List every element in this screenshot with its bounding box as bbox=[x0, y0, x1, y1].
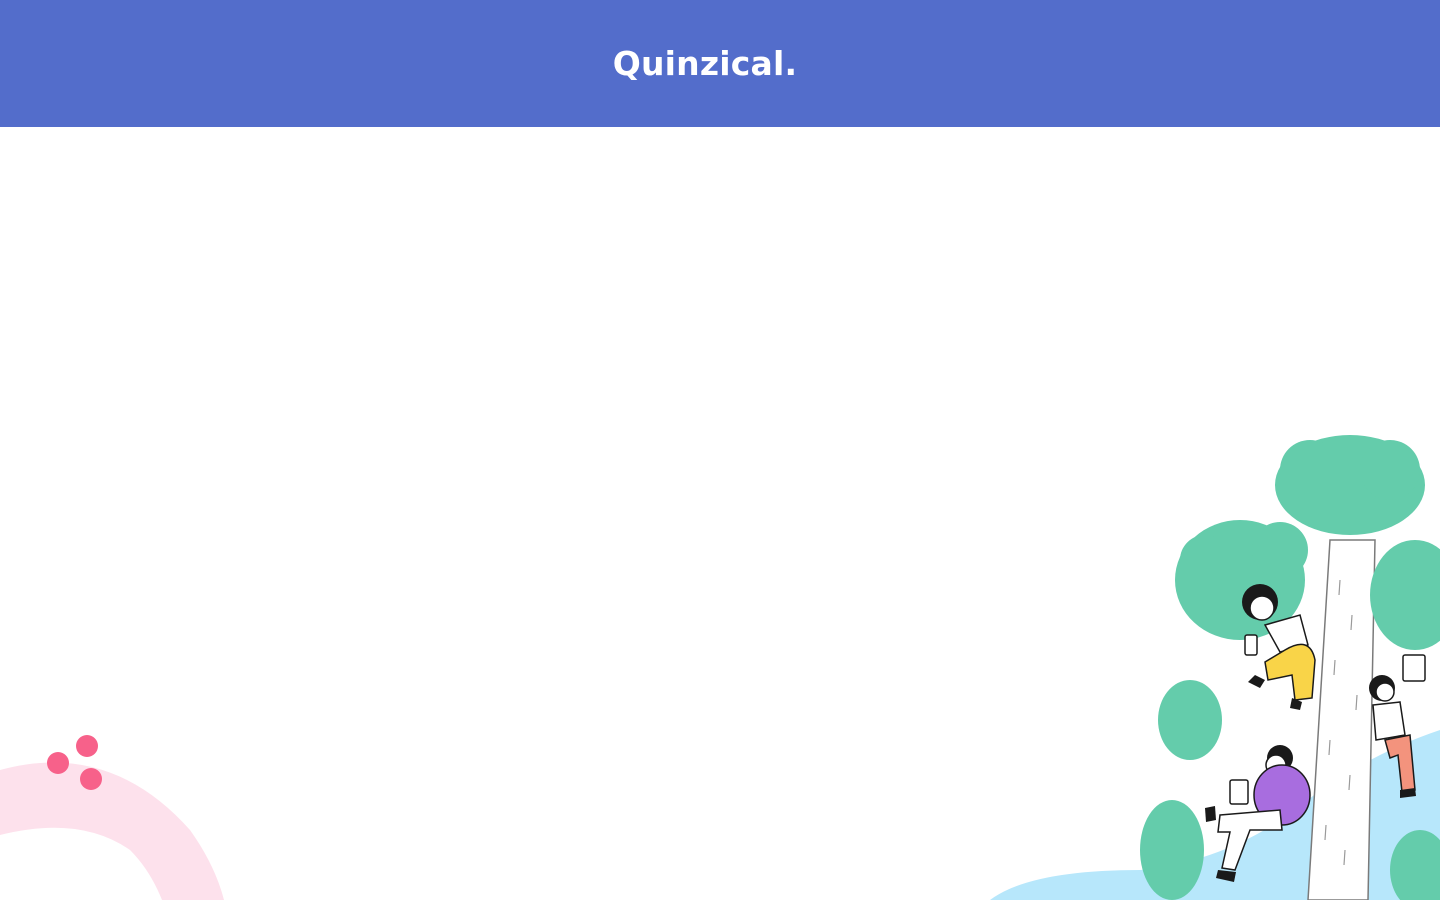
tree-study-illustration bbox=[990, 435, 1440, 900]
pink-arc bbox=[0, 762, 224, 900]
pink-dot bbox=[80, 768, 102, 790]
laptop-icon bbox=[1402, 654, 1426, 682]
pink-dot bbox=[47, 752, 69, 774]
pink-arc-decoration bbox=[0, 735, 224, 900]
tablet-icon bbox=[1229, 779, 1249, 805]
app-header: Quinzical. bbox=[0, 0, 1440, 127]
app-logo-title: Quinzical. bbox=[612, 44, 798, 83]
phone-icon bbox=[1244, 634, 1258, 656]
tree-trunk bbox=[1307, 539, 1376, 900]
pink-dot bbox=[76, 735, 98, 757]
